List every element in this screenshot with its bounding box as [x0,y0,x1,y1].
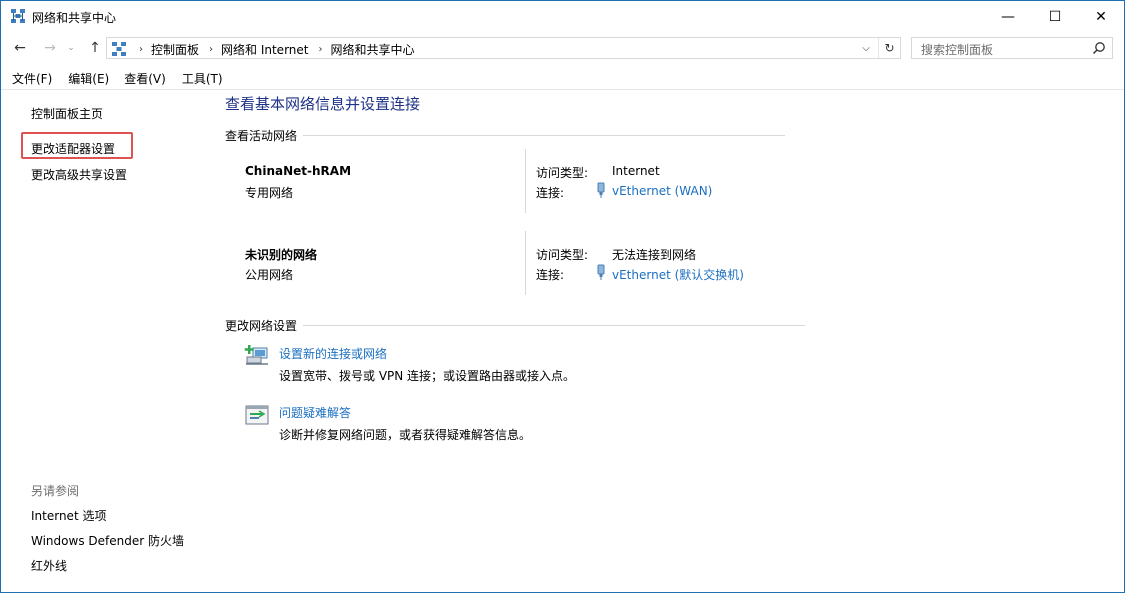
address-bar[interactable]: › 控制面板 › 网络和 Internet › 网络和共享中心 ⌵ ↻ [106,37,901,59]
task-description: 设置宽带、拨号或 VPN 连接；或设置路由器或接入点。 [279,369,576,383]
up-arrow-icon[interactable]: ↑ [85,38,105,58]
back-arrow-icon[interactable]: ← [10,38,30,58]
troubleshoot-icon [245,405,269,425]
minimize-button[interactable]: — [985,1,1031,32]
active-networks-heading: 查看活动网络 [225,129,298,143]
breadcrumb-network-sharing-center[interactable]: 网络和共享中心 [330,41,414,58]
active-networks-section: 查看活动网络 [225,127,806,144]
change-settings-heading: 更改网络设置 [225,319,298,333]
section-divider [303,325,806,326]
internet-options-link[interactable]: Internet 选项 [31,507,106,524]
change-settings-section: 更改网络设置 [225,317,806,334]
infrared-link[interactable]: 红外线 [31,557,67,574]
control-panel-home-link[interactable]: 控制面板主页 [31,105,103,122]
setup-new-connection-link[interactable]: 设置新的连接或网络 [279,345,387,362]
menu-view[interactable]: 查看(V) [124,67,166,89]
access-type-label: 访问类型: [536,166,589,180]
network-entry: 未识别的网络 公用网络 访问类型: 无法连接到网络 连接: vEthernet … [206,231,1124,301]
access-type-value: 无法连接到网络 [612,248,697,262]
window-title: 网络和共享中心 [32,11,117,25]
breadcrumb: › 控制面板 › 网络和 Internet › 网络和共享中心 [129,41,415,58]
breadcrumb-separator-icon[interactable]: › [209,44,213,55]
connection-link[interactable]: vEthernet (WAN) [612,184,712,198]
refresh-icon[interactable]: ↻ [878,38,900,58]
ethernet-adapter-icon [597,264,605,280]
new-connection-icon [244,345,268,365]
breadcrumb-separator-icon[interactable]: › [318,44,322,55]
menu-edit[interactable]: 编辑(E) [68,67,109,89]
navigation-bar: ← → ⌄ ↑ › 控制面板 › 网络和 Internet › 网络和共享中心 … [1,34,1124,64]
search-input[interactable]: 搜索控制面板 [921,41,993,58]
network-category: 公用网络 [245,268,294,282]
windows-defender-firewall-link[interactable]: Windows Defender 防火墙 [31,532,184,549]
task-new-connection: 设置新的连接或网络 设置宽带、拨号或 VPN 连接；或设置路由器或接入点。 [206,340,1124,390]
close-button[interactable]: ✕ [1078,1,1124,32]
breadcrumb-separator-icon[interactable]: › [139,44,143,55]
network-name: 未识别的网络 [245,248,318,262]
menu-bar: 文件(F) 编辑(E) 查看(V) 工具(T) [1,67,1124,89]
task-troubleshoot: 问题疑难解答 诊断并修复网络问题，或者获得疑难解答信息。 [206,399,1124,449]
connection-label: 连接: [536,268,565,282]
breadcrumb-control-panel[interactable]: 控制面板 [151,41,199,58]
maximize-button[interactable]: ☐ [1032,1,1078,32]
network-divider [525,149,526,213]
access-type-value: Internet [612,164,660,178]
connection-link[interactable]: vEthernet (默认交换机) [612,266,744,283]
network-category: 专用网络 [245,186,294,200]
see-also-heading: 另请参阅 [31,484,80,498]
control-panel-icon [112,42,126,56]
network-sharing-center-window: 网络和共享中心 — ☐ ✕ ← → ⌄ ↑ › 控制面板 › 网络和 Inter… [0,0,1125,593]
left-navigation-pane: 控制面板主页 更改适配器设置 更改高级共享设置 另请参阅 Internet 选项… [1,90,206,593]
network-divider [525,231,526,295]
address-dropdown-icon[interactable]: ⌵ [856,38,876,58]
page-title: 查看基本网络信息并设置连接 [225,95,421,113]
network-entry: ChinaNet-hRAM 专用网络 访问类型: Internet 连接: vE… [206,149,1124,219]
search-box[interactable]: 搜索控制面板 [911,37,1113,59]
network-app-icon [11,9,25,23]
menu-file[interactable]: 文件(F) [12,67,52,89]
forward-arrow-icon[interactable]: → [40,38,60,58]
troubleshoot-problems-link[interactable]: 问题疑难解答 [279,404,351,421]
task-description: 诊断并修复网络问题，或者获得疑难解答信息。 [279,428,532,442]
breadcrumb-network-internet[interactable]: 网络和 Internet [221,41,308,58]
menu-tools[interactable]: 工具(T) [182,67,223,89]
search-icon[interactable] [1092,41,1106,55]
access-type-label: 访问类型: [536,248,589,262]
change-adapter-settings-link[interactable]: 更改适配器设置 [31,140,115,157]
ethernet-adapter-icon [597,182,605,198]
section-divider [303,135,786,136]
network-name: ChinaNet-hRAM [245,164,352,178]
change-advanced-sharing-link[interactable]: 更改高级共享设置 [31,166,127,183]
main-content: 查看基本网络信息并设置连接 查看活动网络 ChinaNet-hRAM 专用网络 … [206,90,1124,593]
recent-locations-chevron-icon[interactable]: ⌄ [64,38,78,58]
connection-label: 连接: [536,186,565,200]
title-bar: 网络和共享中心 — ☐ ✕ [1,1,1124,32]
